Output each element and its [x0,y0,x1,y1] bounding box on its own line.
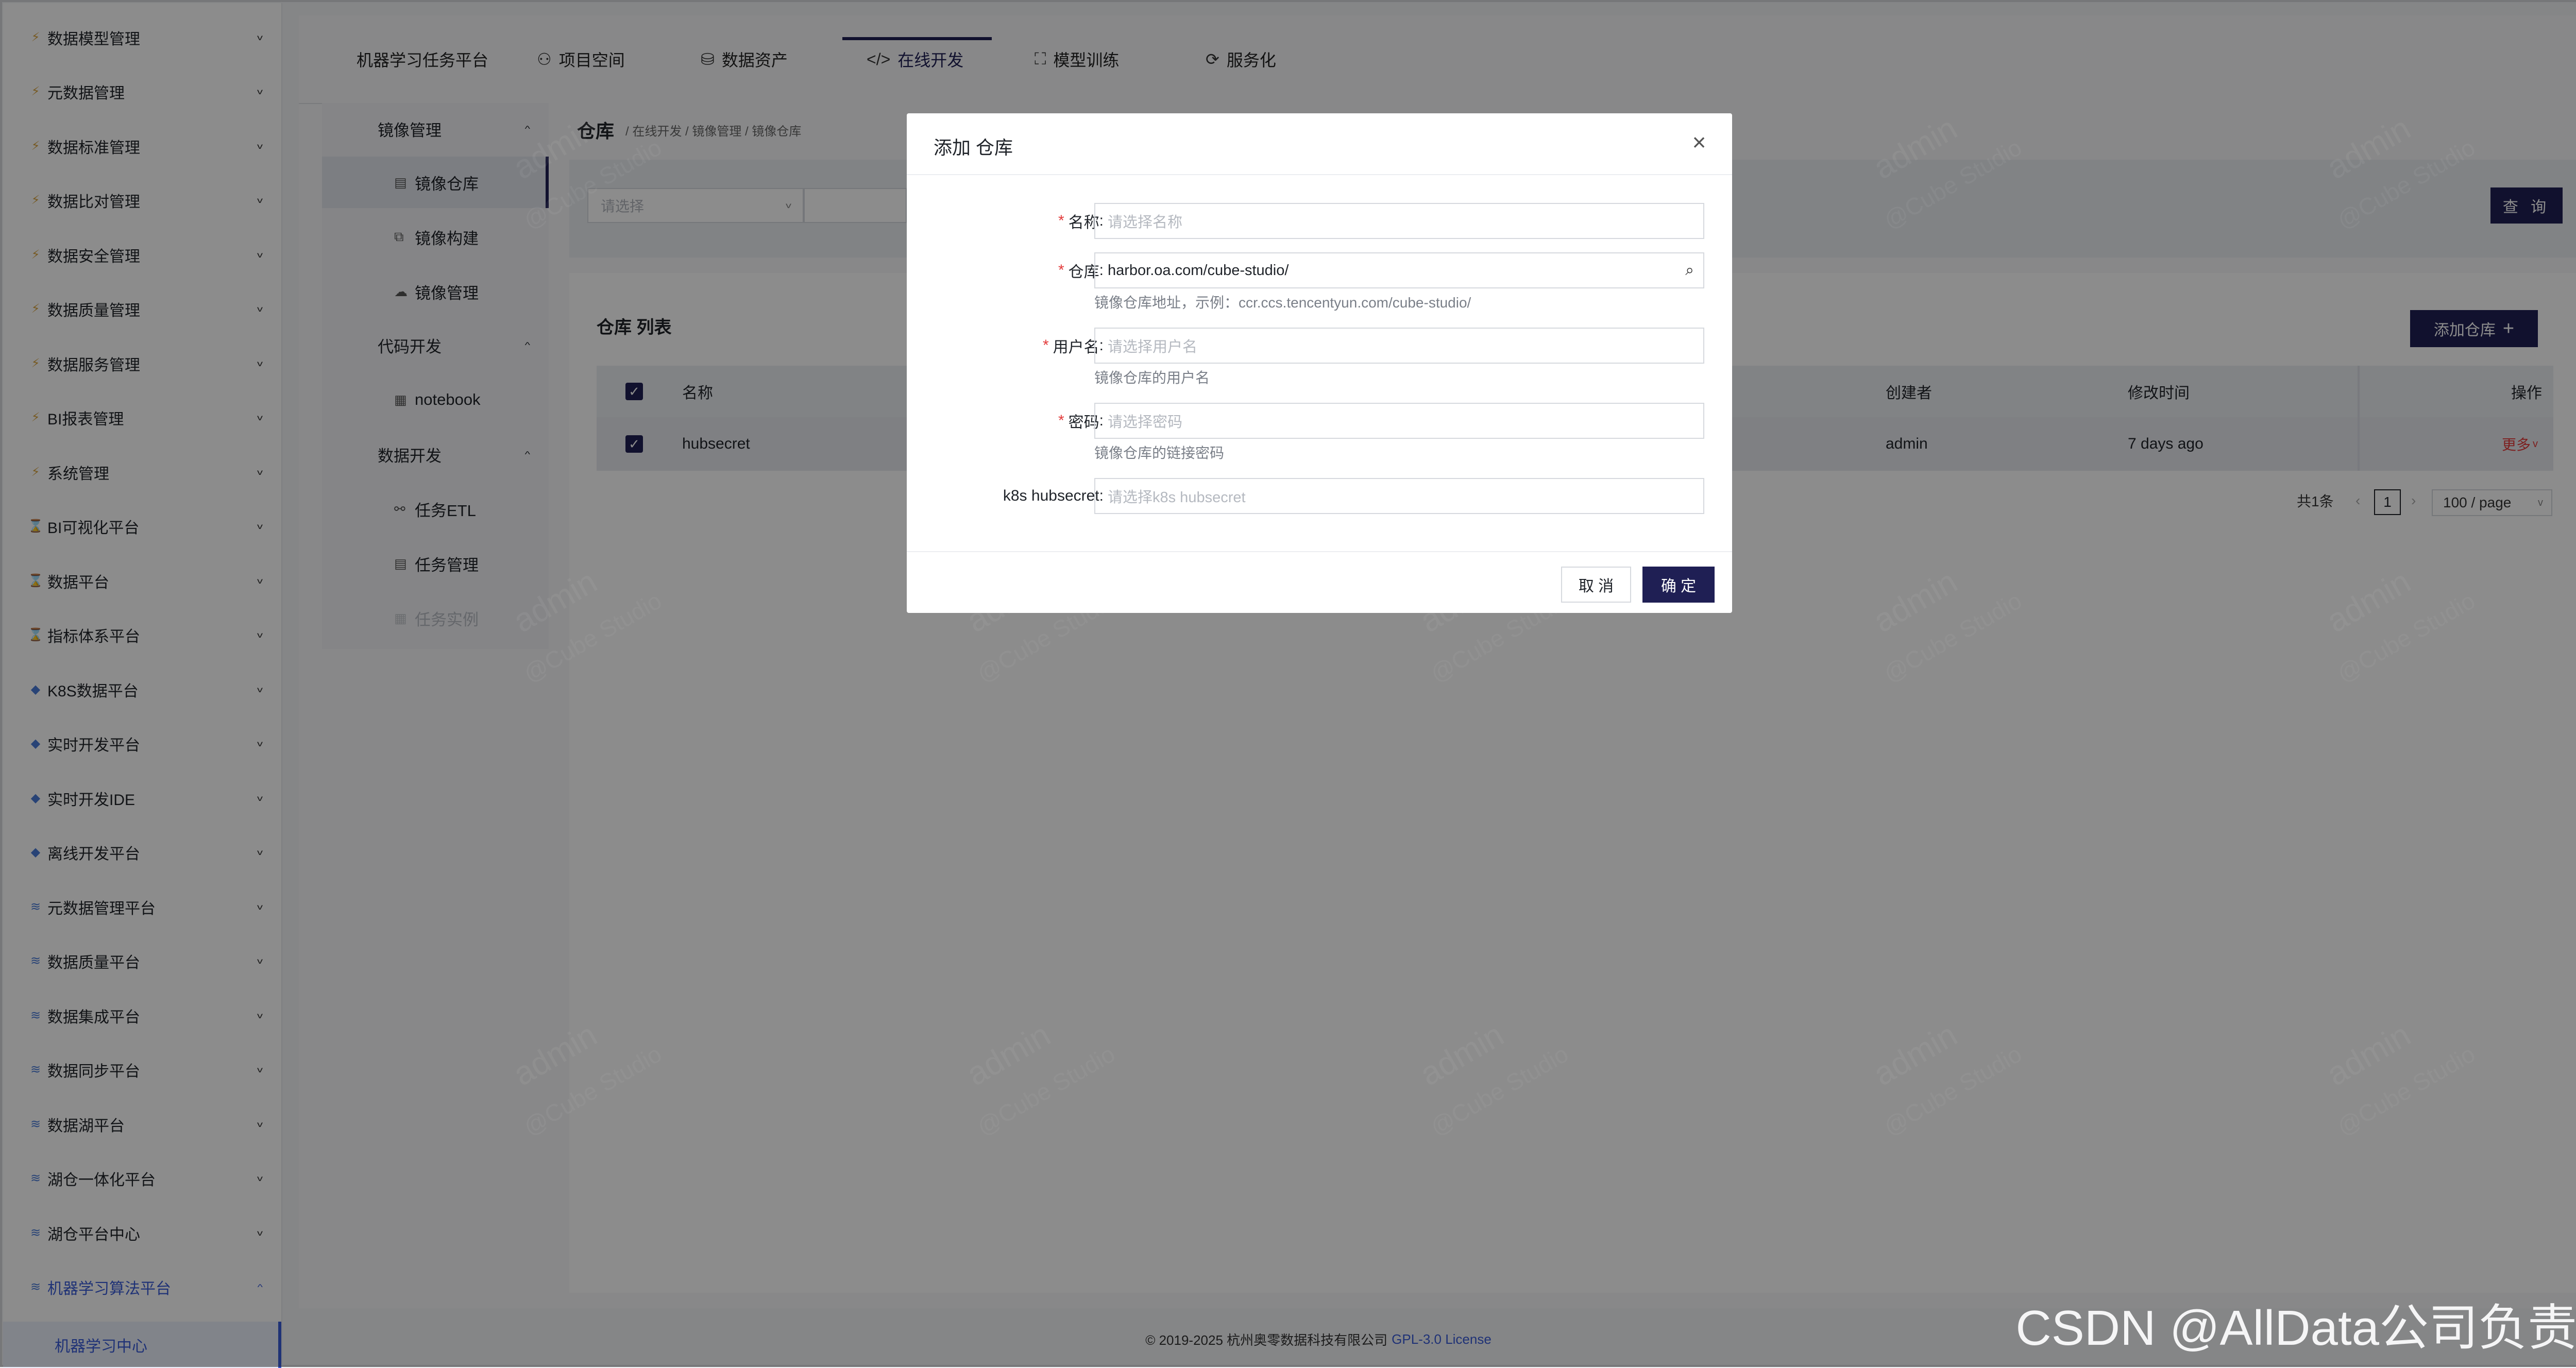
name-field[interactable]: 请选择名称 [1094,203,1704,239]
dialog-footer-divider [907,551,1732,552]
hubsecret-field[interactable]: 请选择k8s hubsecret [1094,478,1704,514]
csdn-watermark: CSDN @AllData公司负责人 [2015,1301,2576,1356]
repo-field[interactable]: harbor.oa.com/cube-studio/⌕ [1094,252,1704,288]
required-mark: * [1058,212,1064,229]
repo-help: 镜像仓库地址，示例：ccr.ccs.tencentyun.com/cube-st… [1094,295,1471,311]
search-icon[interactable]: ⌕ [1685,262,1694,279]
close-icon[interactable]: × [1684,127,1715,158]
dialog-header: 添加 仓库 × [907,113,1732,175]
dialog-title: 添加 仓库 [934,137,1013,158]
confirm-button[interactable]: 确 定 [1642,567,1715,603]
cancel-button[interactable]: 取 消 [1561,567,1631,603]
password-field[interactable]: 请选择密码 [1094,403,1704,439]
required-mark: * [1058,262,1064,279]
required-mark: * [1058,412,1064,429]
username-help: 镜像仓库的用户名 [1094,370,1210,386]
required-mark: * [1042,337,1049,354]
password-help: 镜像仓库的链接密码 [1094,445,1225,461]
username-field[interactable]: 请选择用户名 [1094,328,1704,364]
add-repo-dialog: 添加 仓库 × * 名称: 请选择名称 * 仓库: harbor.oa.com/cu… [907,113,1732,613]
hubsecret-label: k8s hubsecret: [1003,487,1104,504]
